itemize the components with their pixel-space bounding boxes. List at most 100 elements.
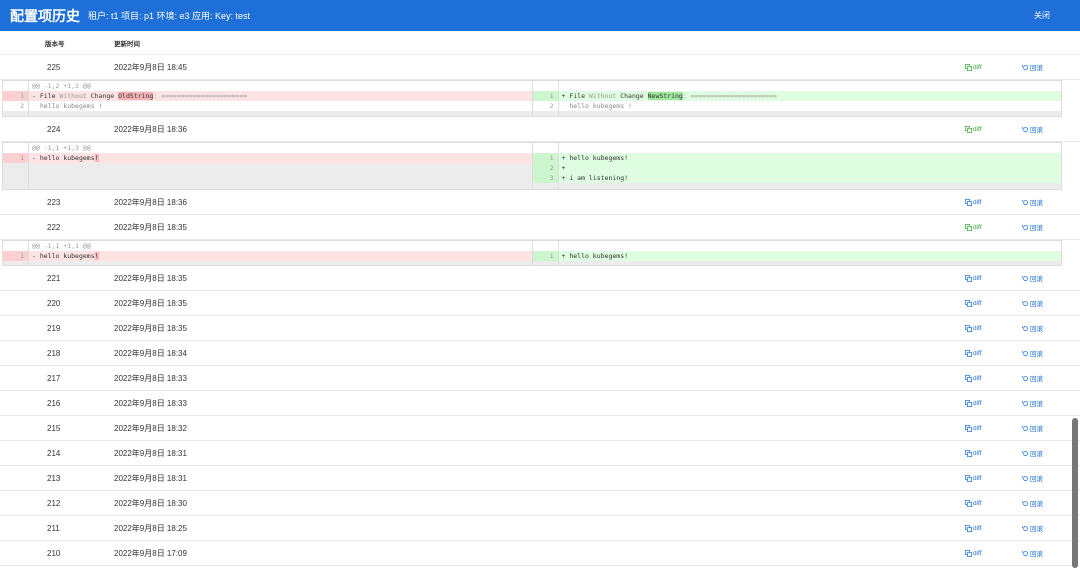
rollback-button[interactable]: 回滚 bbox=[1022, 197, 1043, 207]
diff-label: diff bbox=[973, 374, 982, 382]
text-segment: + hello kubegems! bbox=[561, 252, 629, 260]
line-number bbox=[533, 111, 559, 116]
text-segment: Change bbox=[86, 92, 119, 100]
line-number bbox=[3, 241, 29, 251]
rollback-button[interactable]: 回滚 bbox=[1022, 124, 1043, 134]
diff-icon bbox=[965, 499, 973, 507]
diff-button[interactable]: diff bbox=[965, 125, 982, 133]
table-row: 223 2022年9月8日 18:36 diff 回滚 bbox=[0, 190, 1080, 215]
diff-line: 2 + bbox=[532, 163, 1061, 173]
rollback-button[interactable]: 回滚 bbox=[1022, 273, 1043, 283]
version-number: 222 bbox=[47, 222, 61, 232]
line-number bbox=[533, 143, 559, 153]
rollback-button[interactable]: 回滚 bbox=[1022, 423, 1043, 433]
diff-button[interactable]: diff bbox=[965, 499, 982, 507]
line-text: hello kubegems ! bbox=[29, 102, 103, 110]
rollback-label: 回滚 bbox=[1030, 451, 1043, 458]
hunk-header bbox=[533, 241, 1062, 251]
update-time: 2022年9月8日 18:31 bbox=[114, 473, 187, 483]
rollback-button[interactable]: 回滚 bbox=[1022, 323, 1043, 333]
line-number: 1 bbox=[532, 91, 559, 101]
rollback-button[interactable]: 回滚 bbox=[1022, 348, 1043, 358]
rollback-label: 回滚 bbox=[1030, 200, 1043, 207]
rollback-icon bbox=[1022, 350, 1030, 357]
line-number bbox=[3, 143, 29, 153]
rollback-button[interactable]: 回滚 bbox=[1022, 62, 1043, 72]
rollback-label: 回滚 bbox=[1030, 526, 1043, 533]
table-row: 214 2022年9月8日 18:31 diff 回滚 bbox=[0, 441, 1080, 466]
rollback-label: 回滚 bbox=[1030, 301, 1043, 308]
diff-button[interactable]: diff bbox=[965, 324, 982, 332]
update-time: 2022年9月8日 18:32 bbox=[114, 423, 187, 433]
rollback-label: 回滚 bbox=[1030, 276, 1043, 283]
diff-icon bbox=[965, 524, 973, 532]
diff-line: 2 hello kubegems ! bbox=[3, 101, 532, 111]
rollback-button[interactable]: 回滚 bbox=[1022, 473, 1043, 483]
diff-button[interactable]: diff bbox=[965, 349, 982, 357]
rollback-icon bbox=[1022, 64, 1030, 71]
diff-label: diff bbox=[973, 198, 982, 206]
diff-button[interactable]: diff bbox=[965, 449, 982, 457]
rollback-label: 回滚 bbox=[1030, 376, 1043, 383]
rollback-label: 回滚 bbox=[1030, 501, 1043, 508]
diff-icon bbox=[965, 125, 973, 133]
rollback-label: 回滚 bbox=[1030, 401, 1043, 408]
line-number: 1 bbox=[3, 251, 29, 261]
diff-icon bbox=[965, 349, 973, 357]
text-segment: - hello kubegems bbox=[32, 154, 95, 162]
line-text: + File Without Change NewString: =======… bbox=[559, 92, 777, 100]
diff-button[interactable]: diff bbox=[965, 63, 982, 71]
line-text: - File Without Change OldString: =======… bbox=[29, 92, 247, 100]
diff-label: diff bbox=[973, 125, 982, 133]
rollback-icon bbox=[1022, 300, 1030, 307]
version-number: 215 bbox=[47, 423, 61, 433]
update-time: 2022年9月8日 17:09 bbox=[114, 548, 187, 558]
rollback-button[interactable]: 回滚 bbox=[1022, 523, 1043, 533]
version-number: 225 bbox=[47, 62, 61, 72]
rollback-icon bbox=[1022, 375, 1030, 382]
diff-button[interactable]: diff bbox=[965, 474, 982, 482]
diff-button[interactable]: diff bbox=[965, 223, 982, 231]
rollback-icon bbox=[1022, 400, 1030, 407]
table-row: 210 2022年9月8日 17:09 diff 回滚 bbox=[0, 541, 1080, 566]
line-text: - hello kubegems! bbox=[29, 252, 99, 260]
version-number: 223 bbox=[47, 197, 61, 207]
column-update-time: 更新时间 bbox=[114, 40, 140, 48]
line-number bbox=[3, 163, 29, 189]
diff-button[interactable]: diff bbox=[965, 549, 982, 557]
table-row: 212 2022年9月8日 18:30 diff 回滚 bbox=[0, 491, 1080, 516]
rollback-label: 回滚 bbox=[1030, 127, 1043, 134]
diff-button[interactable]: diff bbox=[965, 274, 982, 282]
scrollbar[interactable] bbox=[1072, 418, 1078, 568]
rollback-button[interactable]: 回滚 bbox=[1022, 298, 1043, 308]
rollback-button[interactable]: 回滚 bbox=[1022, 548, 1043, 558]
text-segment: NewString bbox=[647, 92, 683, 100]
line-number bbox=[3, 111, 29, 116]
diff-label: diff bbox=[973, 449, 982, 457]
table-row: 211 2022年9月8日 18:25 diff 回滚 bbox=[0, 516, 1080, 541]
diff-right-pane: 1 + hello kubegems! 2 +3 + i am listening! bbox=[532, 143, 1061, 189]
line-text: + hello kubegems! bbox=[559, 252, 629, 260]
rollback-button[interactable]: 回滚 bbox=[1022, 398, 1043, 408]
diff-button[interactable]: diff bbox=[965, 374, 982, 382]
rollback-button[interactable]: 回滚 bbox=[1022, 498, 1043, 508]
diff-button[interactable]: diff bbox=[965, 399, 982, 407]
text-segment: hello kubegems ! bbox=[32, 102, 103, 110]
dialog-subtitle: 租户: t1 项目: p1 环境: e3 应用: Key: test bbox=[88, 11, 251, 21]
hunk-header: @@ -1,2 +1,2 @@ bbox=[3, 81, 532, 91]
diff-label: diff bbox=[973, 399, 982, 407]
table-row: 217 2022年9月8日 18:33 diff 回滚 bbox=[0, 366, 1080, 391]
rollback-button[interactable]: 回滚 bbox=[1022, 222, 1043, 232]
diff-line: 2 hello kubegems ! bbox=[533, 101, 1062, 111]
diff-button[interactable]: diff bbox=[965, 299, 982, 307]
close-button[interactable]: 关闭 bbox=[1034, 10, 1050, 21]
diff-button[interactable]: diff bbox=[965, 524, 982, 532]
rollback-icon bbox=[1022, 475, 1030, 482]
rollback-button[interactable]: 回滚 bbox=[1022, 448, 1043, 458]
rollback-button[interactable]: 回滚 bbox=[1022, 373, 1043, 383]
diff-button[interactable]: diff bbox=[965, 424, 982, 432]
diff-button[interactable]: diff bbox=[965, 198, 982, 206]
dialog-title: 配置项历史 bbox=[10, 7, 80, 24]
diff-filler bbox=[3, 111, 532, 116]
text-segment: Change bbox=[616, 92, 648, 100]
